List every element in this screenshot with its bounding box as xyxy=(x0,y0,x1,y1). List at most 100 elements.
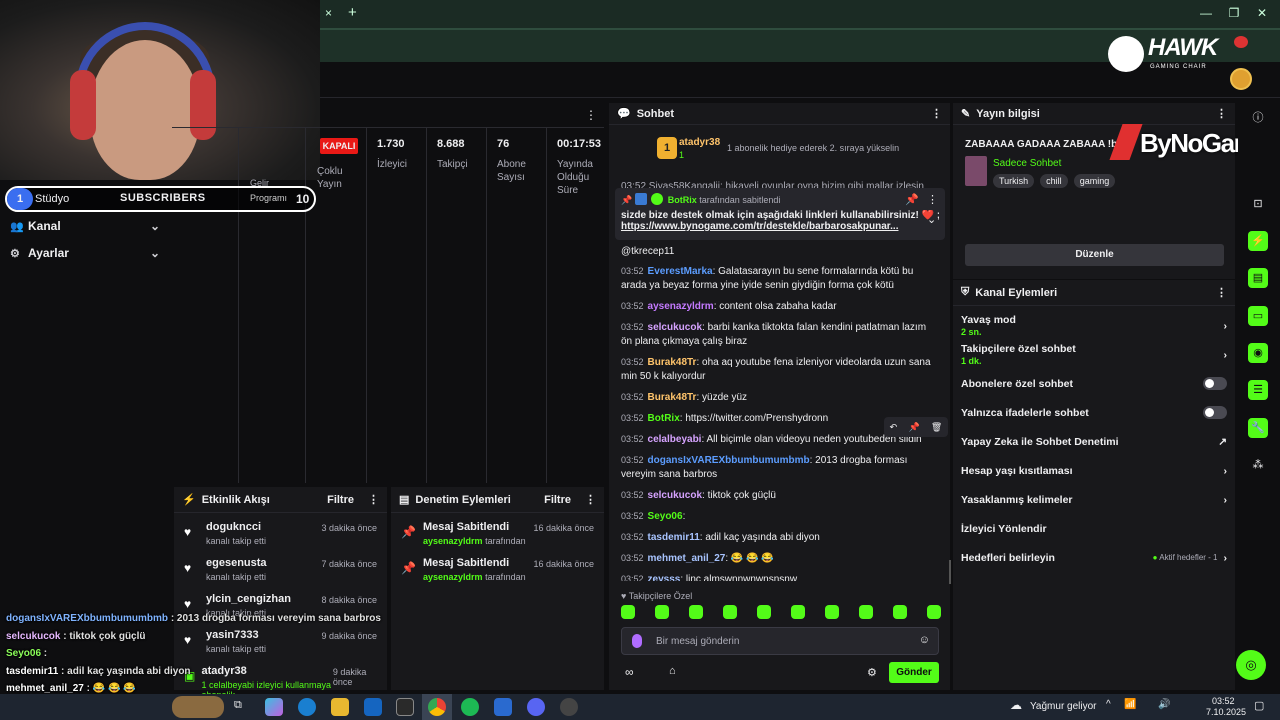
chat-username[interactable]: aysenazyldrm xyxy=(648,301,714,312)
channel-action-item[interactable]: Yasaklanmış kelimeler › xyxy=(953,485,1235,514)
emote-icon[interactable] xyxy=(859,605,873,619)
unpin-icon[interactable]: 📌 xyxy=(905,193,919,206)
tray-chevron-icon[interactable]: ^ xyxy=(1106,699,1111,710)
lightning-icon[interactable]: ⚡ xyxy=(1248,231,1268,251)
sidebar-item-ayarlar[interactable]: ⚙ Ayarlar ⌄ xyxy=(10,243,160,263)
send-button[interactable]: Gönder xyxy=(889,662,939,683)
clock-time[interactable]: 03:52 xyxy=(1212,696,1235,706)
activity-user[interactable]: ylcin_cengizhan xyxy=(206,593,291,605)
tag[interactable]: gaming xyxy=(1073,174,1116,188)
obs-icon[interactable] xyxy=(560,698,578,716)
activity-user[interactable]: yasin7333 xyxy=(206,629,266,641)
microphone-icon[interactable] xyxy=(632,634,642,648)
chat-username[interactable]: celalbeyabi xyxy=(648,434,702,445)
stream-category[interactable]: Sadece Sohbet xyxy=(993,158,1061,169)
toggle-switch[interactable] xyxy=(1203,406,1227,419)
discord-icon[interactable] xyxy=(527,698,545,716)
channel-action-item[interactable]: Hesap yaşı kısıtlaması › xyxy=(953,456,1235,485)
tab-close-icon[interactable]: × xyxy=(325,6,332,20)
chat-username[interactable]: BotRix xyxy=(648,413,680,424)
pin-icon[interactable]: 📌 xyxy=(908,422,919,433)
emote-icon[interactable] xyxy=(927,605,941,619)
chat-username[interactable]: tasdemir11 xyxy=(648,532,700,543)
capcut-icon[interactable] xyxy=(396,698,414,716)
tag[interactable]: chill xyxy=(1040,174,1068,188)
new-tab-button[interactable]: + xyxy=(348,4,357,21)
wrench-icon[interactable]: 🔧 xyxy=(1248,418,1268,438)
minimize-button[interactable]: — xyxy=(1196,6,1216,20)
channel-action-item[interactable]: Yavaş mod 2 sn. › xyxy=(953,311,1235,340)
sidebar-item-kanal[interactable]: 👥 Kanal ⌄ xyxy=(10,216,160,236)
emote-icon[interactable] xyxy=(893,605,907,619)
emote-icon[interactable] xyxy=(655,605,669,619)
more-icon[interactable]: ⋮ xyxy=(1216,286,1227,299)
reply-icon[interactable]: ↶ xyxy=(890,422,898,433)
task-view-icon[interactable]: ⧉ xyxy=(234,699,242,712)
chat-username[interactable]: Burak48Tr xyxy=(648,392,697,403)
channel-action-item[interactable]: Abonelere özel sohbet xyxy=(953,369,1235,398)
more-icon[interactable]: ⋮ xyxy=(1216,107,1227,120)
document-icon[interactable]: ▤ xyxy=(1248,268,1268,288)
channel-action-item[interactable]: İzleyici Yönlendir xyxy=(953,514,1235,543)
store-icon[interactable]: ⌂ xyxy=(669,665,676,677)
activity-user[interactable]: doguknccі xyxy=(206,521,266,533)
edit-button[interactable]: Düzenle xyxy=(965,244,1224,266)
copilot-icon[interactable] xyxy=(265,698,283,716)
more-icon[interactable]: ⋮ xyxy=(927,193,938,206)
notification-icon[interactable]: ▢ xyxy=(1254,699,1264,712)
channel-action-item[interactable]: Yapay Zeka ile Sohbet Denetimi ↗ xyxy=(953,427,1235,456)
chat-username[interactable]: selcukucok xyxy=(648,490,702,501)
activity-user[interactable]: egesenusta xyxy=(206,557,267,569)
chevron-down-icon[interactable]: ⌄ xyxy=(927,213,936,226)
app-icon[interactable] xyxy=(494,698,512,716)
emote-icon[interactable] xyxy=(621,605,635,619)
pinned-author[interactable]: BotRix xyxy=(668,195,697,205)
chat-icon[interactable]: ▭ xyxy=(1248,306,1268,326)
more-icon[interactable]: ⋮ xyxy=(368,493,379,506)
moderation-filter-button[interactable]: Filtre xyxy=(544,494,571,506)
channel-action-item[interactable]: Takipçilere özel sohbet 1 dk. › xyxy=(953,340,1235,369)
channel-action-item[interactable]: Hedefleri belirleyin ● Aktif hedefler - 1… xyxy=(953,543,1235,572)
chat-scrollbar[interactable] xyxy=(949,560,951,584)
chat-username[interactable]: EverestMarka xyxy=(648,266,713,277)
gift-user[interactable]: atadyr38 xyxy=(679,137,720,148)
gear-icon[interactable]: ⚙ xyxy=(867,666,877,679)
tag[interactable]: Turkish xyxy=(993,174,1035,188)
chat-username[interactable]: zeysss xyxy=(648,574,681,581)
moderation-user[interactable]: aysenazyldrm xyxy=(423,536,483,546)
clock-date[interactable]: 7.10.2025 xyxy=(1206,707,1246,717)
more-icon[interactable]: ⋮ xyxy=(931,107,942,120)
infinity-icon[interactable]: ∞ xyxy=(625,665,634,679)
maximize-button[interactable]: ❐ xyxy=(1224,6,1244,20)
activity-user[interactable]: atadyr38 xyxy=(201,665,332,677)
apps-icon[interactable]: ⁂ xyxy=(1248,455,1268,475)
activity-filter-button[interactable]: Filtre xyxy=(327,494,354,506)
toggle-switch[interactable] xyxy=(1203,377,1227,390)
edge-icon[interactable] xyxy=(298,698,316,716)
widget-thumbnail[interactable] xyxy=(172,696,224,718)
info-icon[interactable]: ⓘ xyxy=(1248,108,1268,128)
stats-menu-icon[interactable]: ⋮ xyxy=(585,108,597,122)
emote-icon[interactable] xyxy=(791,605,805,619)
more-icon[interactable]: ⋮ xyxy=(585,493,596,506)
emote-icon[interactable] xyxy=(757,605,771,619)
network-icon[interactable]: 📶 xyxy=(1124,699,1136,710)
chat-username[interactable]: dogansIxVAREXbbumbumumbmb xyxy=(648,455,810,466)
emote-icon[interactable] xyxy=(825,605,839,619)
camera-icon[interactable]: ⊡ xyxy=(1248,194,1268,214)
avatar[interactable] xyxy=(1230,68,1252,90)
emote-icon[interactable] xyxy=(723,605,737,619)
moderation-user[interactable]: aysenazyldrm xyxy=(423,572,483,582)
chat-username[interactable]: mehmet_anil_27 xyxy=(648,553,726,564)
file-explorer-icon[interactable] xyxy=(331,698,349,716)
outlook-icon[interactable] xyxy=(364,698,382,716)
chat-username[interactable]: Burak48Tr xyxy=(648,357,697,368)
chat-input[interactable]: Bir mesaj gönderin ☺ xyxy=(621,627,939,655)
chrome-icon[interactable] xyxy=(428,698,446,716)
studio-label[interactable]: Stüdyo xyxy=(35,193,69,205)
emoji-icon[interactable]: ☺ xyxy=(919,634,930,646)
weather-text[interactable]: Yağmur geliyor xyxy=(1030,701,1097,712)
pinned-link[interactable]: https://www.bynogame.com/tr/destekle/bar… xyxy=(621,221,939,232)
spotify-icon[interactable] xyxy=(461,698,479,716)
channel-action-item[interactable]: Yalnızca ifadelerle sohbet xyxy=(953,398,1235,427)
